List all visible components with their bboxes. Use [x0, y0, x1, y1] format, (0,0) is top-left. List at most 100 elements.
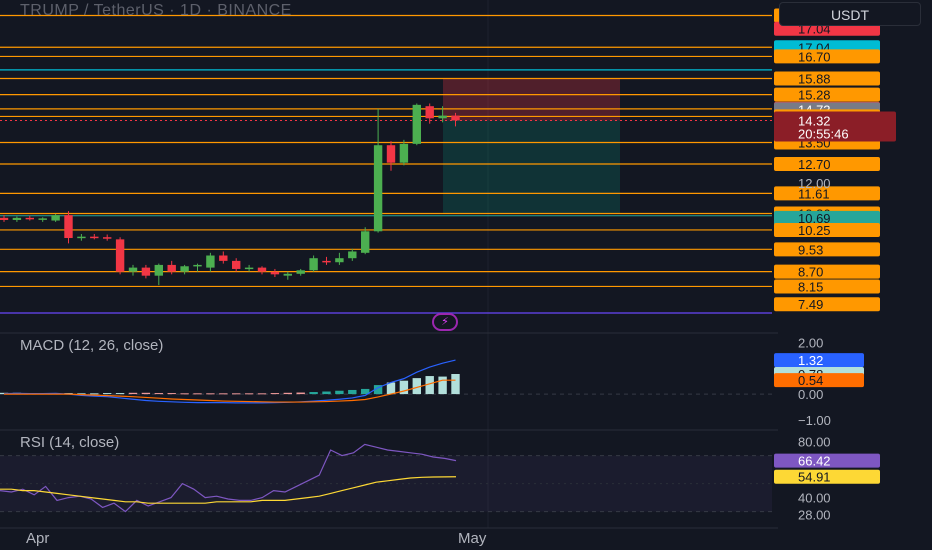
macd-histogram-bar: [438, 376, 447, 395]
time-label-apr: Apr: [26, 530, 50, 547]
price-badge: 15.88: [774, 71, 880, 86]
candle: [451, 115, 460, 121]
lightning-icon[interactable]: ⚡: [432, 313, 458, 331]
macd-histogram-bar: [296, 392, 305, 395]
macd-histogram-bar: [128, 392, 138, 395]
candle: [283, 273, 292, 276]
price-tick-label: 12.00: [798, 176, 831, 191]
macd-histogram-bar: [451, 374, 460, 395]
rsi-axis-label: 40.00: [798, 491, 831, 506]
macd-histogram-bar: [193, 393, 202, 395]
candle: [244, 267, 254, 270]
candle: [206, 255, 215, 268]
candle: [348, 251, 357, 259]
candle: [219, 255, 228, 261]
rsi-axis-label: 80.00: [798, 435, 831, 450]
candle: [412, 104, 421, 144]
candle: [141, 267, 151, 276]
rsi-badge-label: 66.42: [798, 454, 831, 469]
macd-histogram-bar: [206, 393, 215, 395]
macd-histogram-bar: [348, 389, 357, 395]
price-badge-bg: [774, 297, 880, 312]
macd-histogram-bar: [90, 393, 99, 395]
macd-histogram-bar: [244, 393, 254, 395]
macd-histogram-bar: [335, 390, 344, 395]
stop-loss-zone: [443, 78, 620, 121]
price-badge: 7.49: [774, 297, 880, 312]
price-badge-label: 16.70: [798, 49, 831, 64]
currency-selector[interactable]: USDT: [779, 2, 921, 26]
price-badge: 8.15: [774, 279, 880, 294]
price-badge: 16.70: [774, 49, 880, 64]
macd-histogram-bar: [167, 393, 176, 395]
price-badge-label: 15.88: [798, 71, 831, 86]
macd-histogram-bar: [154, 393, 163, 395]
macd-axis-label: −1.00: [798, 413, 831, 428]
candle: [0, 217, 9, 220]
macd-axis-label: 0.00: [798, 387, 823, 402]
rsi-badge-label: 54.91: [798, 470, 831, 485]
candle: [38, 218, 47, 220]
macd-histogram-bar: [270, 393, 280, 395]
candle: [257, 267, 267, 272]
candle: [167, 264, 176, 272]
chart-canvas[interactable]: 18.2217.0417.0416.7015.8815.2814.7514.73…: [0, 0, 932, 550]
candle: [425, 106, 434, 119]
price-badge-label: 8.15: [798, 279, 823, 294]
candle: [90, 236, 99, 239]
macd-histogram-bar: [103, 393, 112, 395]
candle: [335, 258, 344, 263]
macd-histogram-bar: [141, 392, 151, 395]
candle: [128, 267, 138, 272]
candle: [361, 231, 370, 253]
price-badge-bg: [774, 242, 880, 257]
price-badge-label: 15.28: [798, 88, 831, 103]
macd-line: [3, 359, 456, 404]
price-badge-label: 12.70: [798, 157, 831, 172]
candle: [180, 266, 189, 272]
price-badge: 9.53: [774, 242, 880, 257]
macd-histogram-bar: [322, 391, 331, 395]
rsi-label: RSI (14, close): [20, 434, 120, 451]
price-badge: 8.70: [774, 264, 880, 280]
macd-axis-label: 2.00: [798, 336, 823, 351]
candle: [25, 217, 34, 220]
candle: [296, 270, 305, 274]
candle: [115, 239, 125, 272]
candle: [309, 258, 318, 271]
macd-histogram-bar: [219, 393, 228, 395]
price-badge-label: 7.49: [798, 297, 823, 312]
price-badge: 12.70: [774, 157, 880, 172]
candle: [154, 264, 163, 276]
candle: [322, 260, 331, 263]
candle: [438, 115, 447, 119]
price-badge-bg: [774, 279, 880, 294]
macd-histogram-bar: [257, 393, 267, 395]
candle: [193, 264, 202, 267]
rsi-axis-label: 28.00: [798, 507, 831, 522]
macd-histogram-bar: [180, 393, 189, 395]
price-badge-label: 10.25: [798, 223, 831, 238]
countdown-label: 20:55:46: [798, 126, 849, 141]
price-badge: 10.25: [774, 222, 880, 238]
candle: [51, 215, 60, 221]
candle: [270, 271, 280, 275]
candle: [103, 237, 112, 239]
candle: [64, 215, 73, 239]
time-label-may: May: [458, 530, 487, 547]
candle: [373, 145, 383, 232]
take-profit-zone: [443, 120, 620, 214]
macd-histogram-bar: [309, 392, 318, 395]
macd-label: MACD (12, 26, close): [20, 337, 164, 354]
price-badge-label: 8.70: [798, 265, 823, 280]
macd-histogram-bar: [283, 392, 292, 395]
macd-histogram-bar: [115, 393, 125, 395]
price-badge-label: 9.53: [798, 242, 823, 257]
candle: [12, 217, 22, 220]
macd-badge-label: 0.54: [798, 373, 823, 388]
macd-histogram-bar: [232, 393, 241, 395]
candle: [386, 145, 396, 163]
macd-badge-label: 1.32: [798, 353, 823, 368]
symbol-title: TRUMP / TetherUS · 1D · BINANCE: [20, 2, 292, 19]
price-badge-bg: [774, 264, 880, 279]
